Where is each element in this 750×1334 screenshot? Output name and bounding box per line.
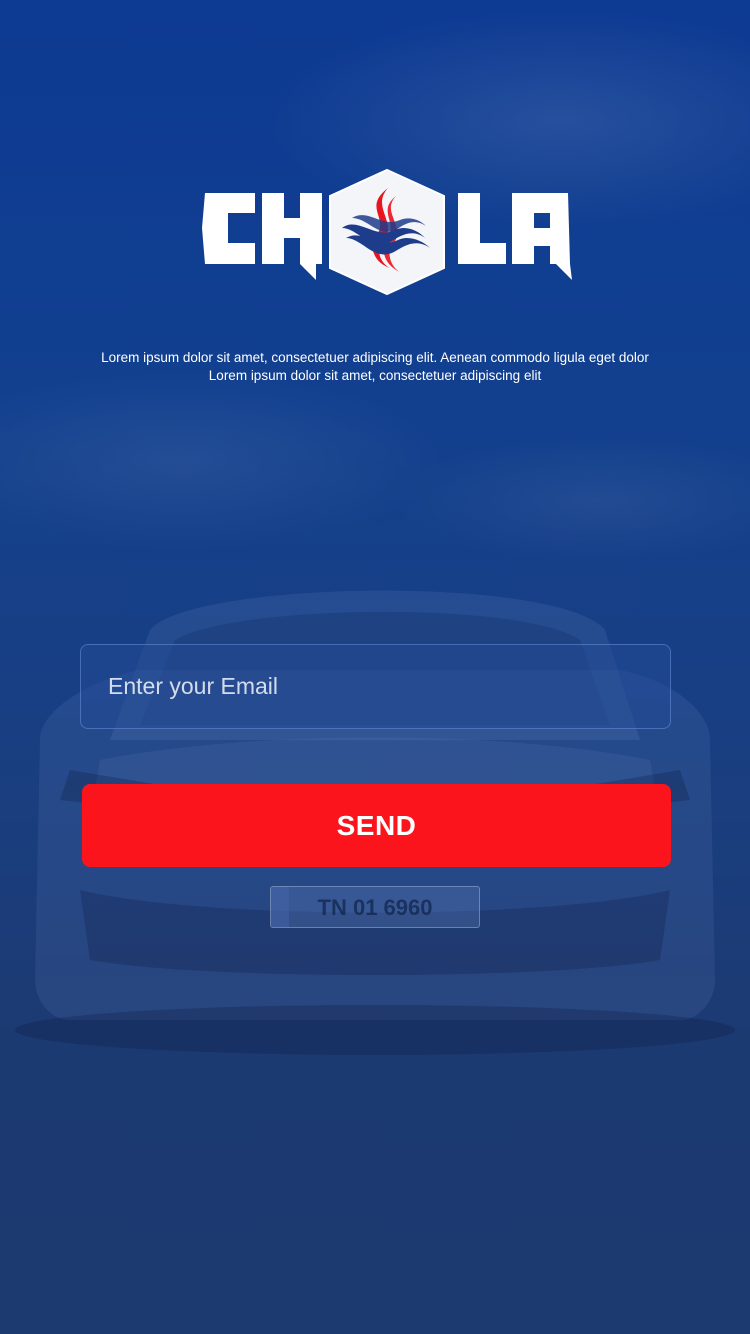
send-button[interactable]: SEND	[82, 784, 671, 867]
chola-logo	[200, 168, 575, 298]
tagline-line-2: Lorem ipsum dolor sit amet, consectetuer…	[208, 368, 542, 383]
license-plate: TN 01 6960	[270, 886, 480, 928]
plate-text: TN 01 6960	[317, 895, 433, 920]
tagline: Lorem ipsum dolor sit amet, consectetuer…	[40, 349, 710, 385]
email-field[interactable]	[81, 645, 670, 728]
email-field-container	[80, 644, 671, 729]
plate-strip	[271, 887, 289, 927]
tagline-line-1: Lorem ipsum dolor sit amet, consectetuer…	[101, 350, 649, 365]
